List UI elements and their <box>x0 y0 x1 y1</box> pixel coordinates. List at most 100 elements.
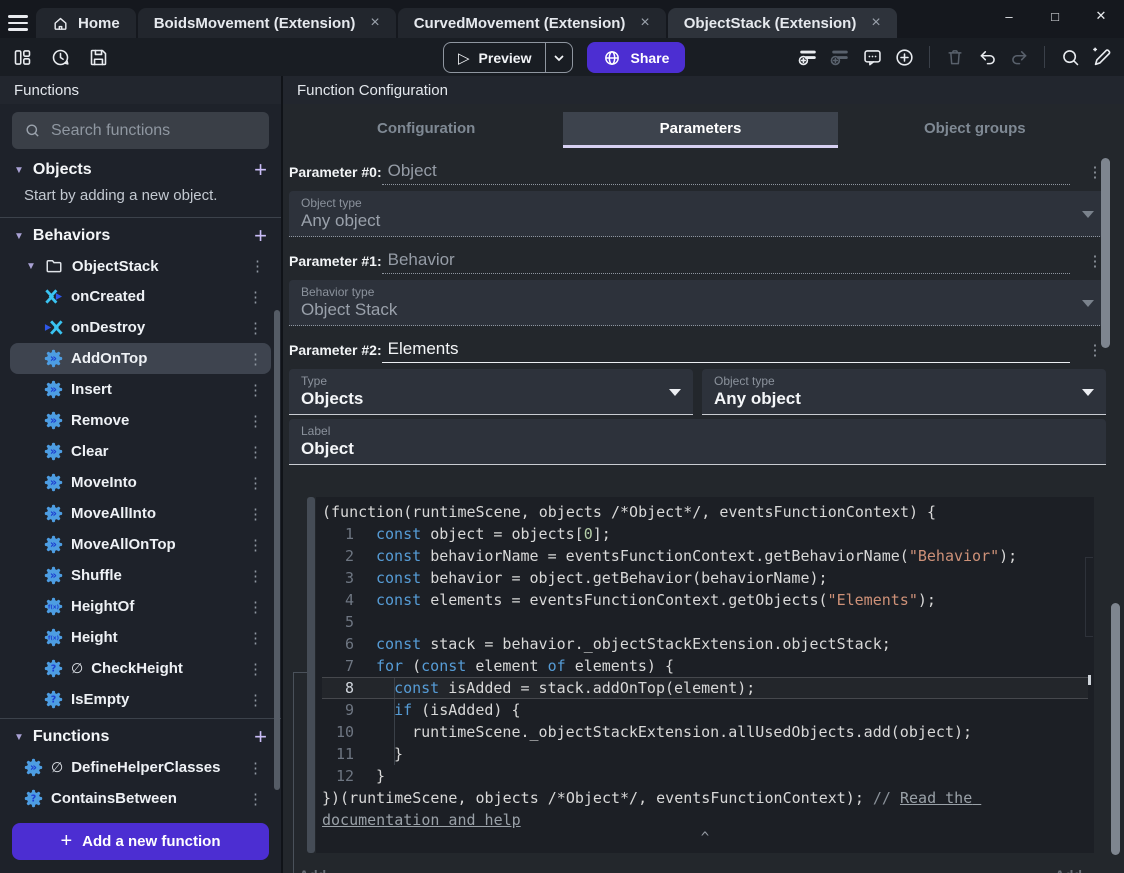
sidebar-item-Clear[interactable]: » Clear ⋮ <box>10 436 271 467</box>
item-menu-button[interactable]: ⋮ <box>248 443 271 461</box>
code-line-7[interactable]: 7 for (const element of elements) { <box>322 655 1088 677</box>
sidebar-item-MoveAllOnTop[interactable]: » MoveAllOnTop ⋮ <box>10 529 271 560</box>
sidebar-scrollbar[interactable] <box>274 310 280 790</box>
item-menu-button[interactable]: ⋮ <box>248 790 271 808</box>
item-menu-button[interactable]: ⋮ <box>248 567 271 585</box>
action-function-icon: » <box>44 380 63 399</box>
label-field[interactable]: Label Object <box>289 419 1106 465</box>
sidebar-item-MoveAllInto[interactable]: » MoveAllInto ⋮ <box>10 498 271 529</box>
maximize-button[interactable]: □ <box>1032 0 1078 32</box>
tab-curvedmovement[interactable]: CurvedMovement (Extension) × <box>397 8 666 38</box>
code-line-6[interactable]: 6 const stack = behavior._objectStackExte… <box>322 633 1088 655</box>
code-line-11[interactable]: 11 } <box>322 743 1088 765</box>
add-comment-icon[interactable] <box>860 45 884 69</box>
sidebar-item-HeightOf[interactable]: f(x) HeightOf ⋮ <box>10 591 271 622</box>
sidebar-item-Insert[interactable]: » Insert ⋮ <box>10 374 271 405</box>
behavior-type-select[interactable]: Behavior type Object Stack <box>289 280 1106 326</box>
item-menu-button[interactable]: ⋮ <box>248 381 271 399</box>
close-tab-icon[interactable]: × <box>640 14 649 32</box>
sidebar-item-onCreated[interactable]: onCreated ⋮ <box>10 281 271 312</box>
add-new-function-button[interactable]: + Add a new function <box>12 823 269 860</box>
code-line-9[interactable]: 9 if (isAdded) { <box>322 699 1088 721</box>
line-content: const elements = eventsFunctionContext.g… <box>376 591 936 609</box>
sidebar-item-DefineHelperClasses[interactable]: » ∅ DefineHelperClasses ⋮ <box>10 752 271 783</box>
save-icon[interactable] <box>86 45 110 69</box>
code-line-10[interactable]: 10 runtimeScene._objectStackExtension.al… <box>322 721 1088 743</box>
search-input[interactable] <box>51 121 258 140</box>
section-behaviors[interactable]: ▼ Behaviors + <box>0 221 281 251</box>
sidebar-item-AddOnTop[interactable]: » AddOnTop ⋮ <box>10 343 271 374</box>
item-menu-button[interactable]: ⋮ <box>248 629 271 647</box>
tab-home[interactable]: Home <box>36 8 136 38</box>
close-tab-icon[interactable]: × <box>370 14 379 32</box>
code-line-2[interactable]: 2 const behaviorName = eventsFunctionCont… <box>322 545 1088 567</box>
item-menu-button[interactable]: ⋮ <box>248 759 271 777</box>
panels-layout-icon[interactable] <box>10 45 34 69</box>
section-functions[interactable]: ▼ Functions + <box>0 722 281 752</box>
type-select[interactable]: Type Objects <box>289 369 693 415</box>
item-menu-button[interactable]: ⋮ <box>248 350 271 368</box>
tab-parameters[interactable]: Parameters <box>563 112 838 148</box>
sidebar-item-Shuffle[interactable]: » Shuffle ⋮ <box>10 560 271 591</box>
sidebar-item-Remove[interactable]: » Remove ⋮ <box>10 405 271 436</box>
tab-objectstack[interactable]: ObjectStack (Extension) × <box>667 8 897 38</box>
share-button[interactable]: Share <box>587 42 686 73</box>
code-line-5[interactable]: 5 <box>322 611 1088 633</box>
tab-configuration[interactable]: Configuration <box>289 112 563 145</box>
item-menu-button[interactable]: ⋮ <box>248 319 271 337</box>
behavior-group-objectstack[interactable]: ▼ ObjectStack ⋮ <box>0 251 281 281</box>
sidebar-item-IsEmpty[interactable]: ? IsEmpty ⋮ <box>10 684 271 715</box>
sidebar-item-Height[interactable]: f(x) Height ⋮ <box>10 622 271 653</box>
add-behavior-button[interactable]: + <box>254 225 267 247</box>
parameter-name-input[interactable]: Elements <box>381 339 1070 363</box>
line-content: const object = objects[0]; <box>376 525 611 543</box>
item-menu-button[interactable]: ⋮ <box>248 660 271 678</box>
code-line-1[interactable]: 1 const object = objects[0]; <box>322 523 1088 545</box>
minimize-button[interactable]: – <box>986 0 1032 32</box>
main-menu-button[interactable] <box>0 8 36 38</box>
event-drag-handle[interactable] <box>307 497 315 853</box>
add-function-plus-button[interactable]: + <box>254 726 267 748</box>
undo-icon[interactable] <box>975 45 999 69</box>
preview-options-button[interactable] <box>546 52 572 64</box>
close-window-button[interactable]: ✕ <box>1078 0 1124 32</box>
code-line-8[interactable]: 8 const isAdded = stack.addOnTop(element… <box>322 677 1088 699</box>
tab-boidsmovement[interactable]: BoidsMovement (Extension) × <box>137 8 396 38</box>
parameters-scrollbar[interactable] <box>1101 158 1110 348</box>
search-functions-box[interactable] <box>12 112 269 149</box>
item-menu-button[interactable]: ⋮ <box>250 257 267 275</box>
add-object-button[interactable]: + <box>254 159 267 181</box>
add-event-icon[interactable] <box>796 45 820 69</box>
parameter-name-input[interactable]: Behavior <box>381 250 1070 274</box>
javascript-code-editor[interactable]: (function(runtimeScene, objects /*Object… <box>316 497 1094 853</box>
item-menu-button[interactable]: ⋮ <box>248 691 271 709</box>
code-line-4[interactable]: 4 const elements = eventsFunctionContext.… <box>322 589 1088 611</box>
sidebar-item-MoveInto[interactable]: » MoveInto ⋮ <box>10 467 271 498</box>
code-line-3[interactable]: 3 const behavior = object.getBehavior(beh… <box>322 567 1088 589</box>
search-icon[interactable] <box>1058 45 1082 69</box>
collapse-editor-button[interactable]: ^ <box>322 831 1088 849</box>
sidebar-item-CheckHeight[interactable]: ? ∅ CheckHeight ⋮ <box>10 653 271 684</box>
object-type-select[interactable]: Object type Any object <box>702 369 1106 415</box>
object-type-select[interactable]: Object type Any object <box>289 191 1106 237</box>
line-number: 7 <box>344 657 354 675</box>
close-tab-icon[interactable]: × <box>871 14 880 32</box>
version-history-icon[interactable] <box>48 45 72 69</box>
preview-button[interactable]: ▷ Preview <box>443 42 574 73</box>
item-menu-button[interactable]: ⋮ <box>248 536 271 554</box>
sidebar-item-ContainsBetween[interactable]: ? ContainsBetween ⋮ <box>10 783 271 814</box>
tab-object-groups[interactable]: Object groups <box>838 112 1112 145</box>
code-line-12[interactable]: 12} <box>322 765 1088 787</box>
item-menu-button[interactable]: ⋮ <box>248 412 271 430</box>
edit-extension-icon[interactable] <box>1090 45 1114 69</box>
events-scrollbar[interactable] <box>1111 603 1120 855</box>
item-menu-button[interactable]: ⋮ <box>248 288 271 306</box>
add-circle-icon[interactable] <box>892 45 916 69</box>
item-menu-button[interactable]: ⋮ <box>248 474 271 492</box>
parameter-name-input[interactable]: Object <box>381 161 1070 185</box>
item-menu-button[interactable]: ⋮ <box>248 505 271 523</box>
tab-label: CurvedMovement (Extension) <box>413 14 626 32</box>
item-menu-button[interactable]: ⋮ <box>248 598 271 616</box>
sidebar-item-onDestroy[interactable]: onDestroy ⋮ <box>10 312 271 343</box>
section-objects[interactable]: ▼ Objects + <box>0 155 281 185</box>
